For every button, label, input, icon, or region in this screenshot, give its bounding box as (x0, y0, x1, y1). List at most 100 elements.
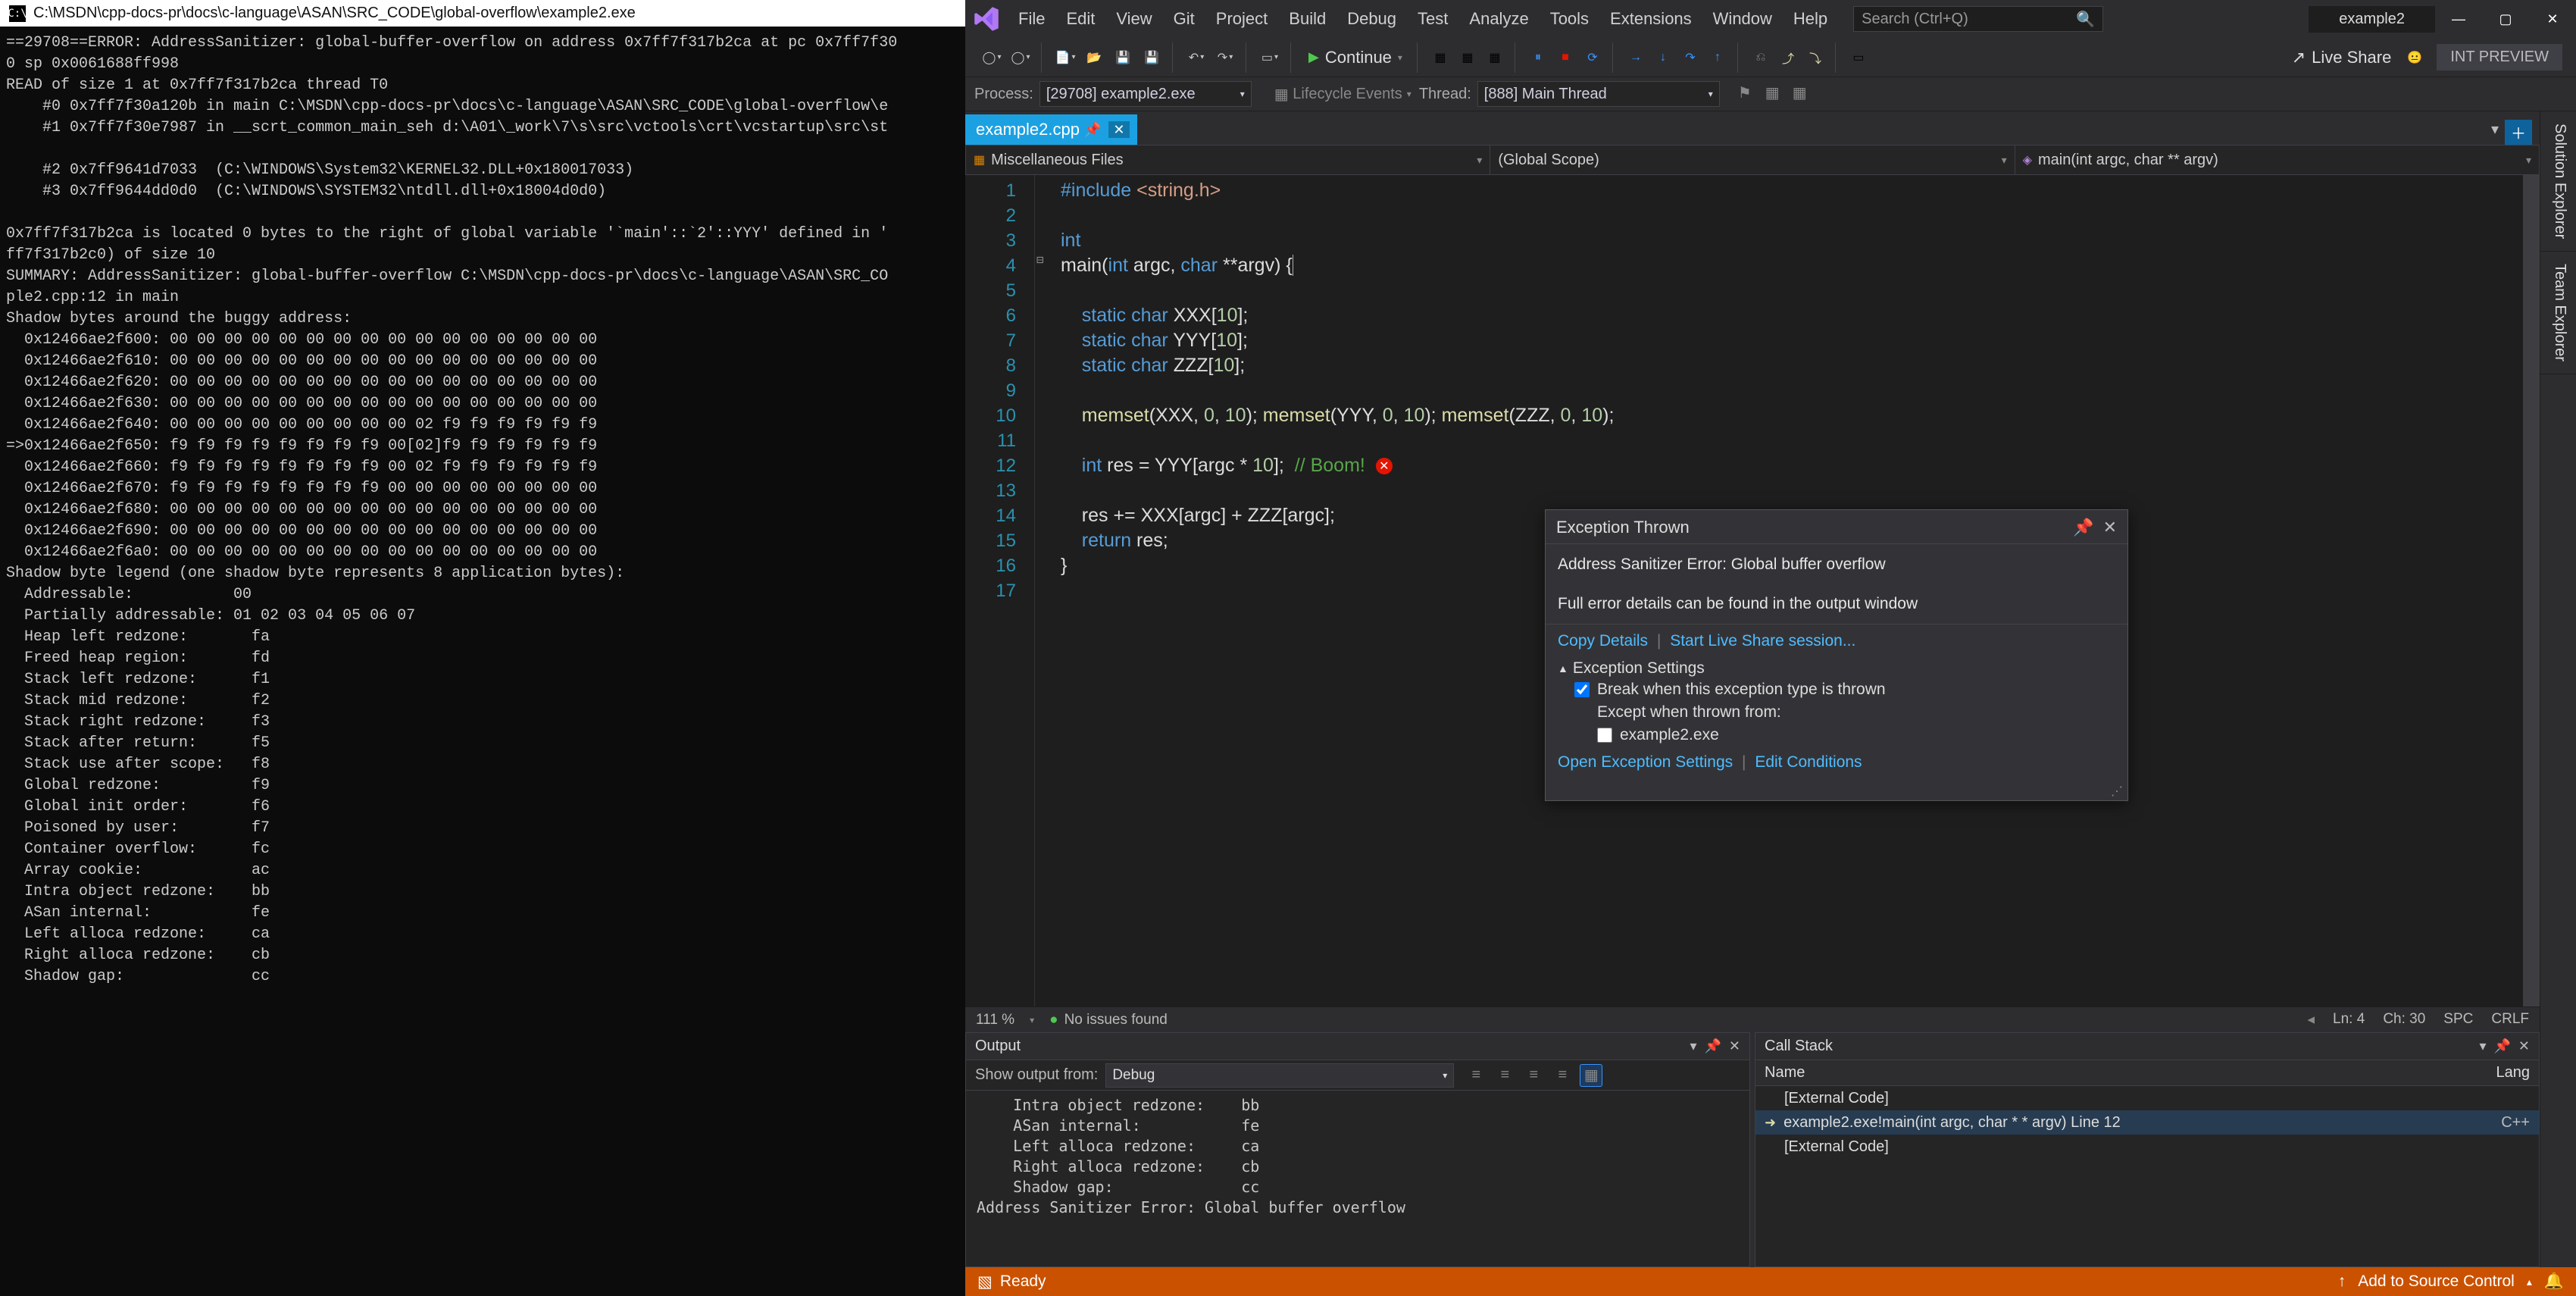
int-preview-badge[interactable]: INT PREVIEW (2437, 44, 2562, 70)
menu-project[interactable]: Project (1205, 0, 1278, 38)
menu-git[interactable]: Git (1163, 0, 1205, 38)
step-over-icon[interactable]: ↷ (1679, 46, 1702, 69)
callstack-row[interactable]: [External Code] (1755, 1135, 2539, 1159)
menu-help[interactable]: Help (1783, 0, 1838, 38)
menu-analyze[interactable]: Analyze (1458, 0, 1539, 38)
error-icon[interactable]: ✕ (1376, 458, 1393, 474)
menu-debug[interactable]: Debug (1336, 0, 1407, 38)
edit-conditions-link[interactable]: Edit Conditions (1755, 753, 1862, 771)
config-icon[interactable]: ▭▾ (1258, 46, 1281, 69)
restart-icon[interactable]: ⟳ (1581, 46, 1604, 69)
process-dropdown[interactable]: [29708] example2.exe ▾ (1039, 81, 1252, 107)
thread-dropdown[interactable]: [888] Main Thread ▾ (1477, 81, 1720, 107)
callstack-header[interactable]: Call Stack ▾ 📌 ✕ (1755, 1033, 2539, 1060)
step-out-icon[interactable]: ↑ (1706, 46, 1729, 69)
tool-icon-2[interactable]: ▦ (1456, 46, 1479, 69)
tool-icon-a[interactable]: ⎌ (1749, 46, 1772, 69)
tab-dropdown-icon[interactable]: ▾ (2491, 120, 2499, 145)
except-item-checkbox[interactable] (1597, 728, 1612, 743)
nav-scope[interactable]: (Global Scope) ▾ (1490, 146, 2015, 174)
panel-dropdown-icon[interactable]: ▾ (1690, 1038, 1696, 1054)
pin-icon[interactable]: 📌 (1084, 122, 1101, 138)
close-button[interactable]: ✕ (2529, 0, 2576, 38)
undo-icon[interactable]: ↶▾ (1185, 46, 1208, 69)
nav-fwd-icon[interactable]: ◯▾ (1009, 46, 1032, 69)
popup-pin-icon[interactable]: 📌 (2073, 518, 2093, 537)
editor-scrollbar[interactable] (2523, 175, 2540, 1006)
callstack-row[interactable]: [External Code] (1755, 1086, 2539, 1110)
output-header[interactable]: Output ▾ 📌 ✕ (966, 1033, 1749, 1060)
open-icon[interactable]: 📂 (1083, 46, 1105, 69)
live-share-button[interactable]: ↗ Live Share (2283, 48, 2401, 67)
pause-icon[interactable]: ⏸ (1527, 46, 1549, 69)
panel-pin-icon[interactable]: 📌 (1704, 1038, 1721, 1054)
team-explorer-tab[interactable]: Team Explorer (2540, 252, 2576, 374)
console-titlebar[interactable]: C:\ C:\MSDN\cpp-docs-pr\docs\c-language\… (0, 0, 965, 27)
vs-logo-icon[interactable] (973, 5, 1000, 33)
continue-button[interactable]: ▶ Continue ▾ (1300, 44, 1411, 71)
nav-member[interactable]: ◈ main(int argc, char ** argv) ▾ (2015, 146, 2539, 174)
stop-icon[interactable]: ■ (1554, 46, 1577, 69)
lifecycle-dropdown[interactable]: ▦ Lifecycle Events ▾ (1267, 85, 1419, 104)
callstack-row[interactable]: ➜ example2.exe!main(int argc, char * * a… (1755, 1110, 2539, 1135)
ch-indicator[interactable]: Ch: 30 (2383, 1011, 2425, 1028)
show-from-dropdown[interactable]: Debug ▾ (1105, 1063, 1454, 1088)
out-tool-1-icon[interactable]: ≡ (1465, 1064, 1487, 1087)
fold-gutter[interactable]: ⊟ (1035, 175, 1050, 1006)
output-text[interactable]: Intra object redzone: bb ASan internal: … (966, 1091, 1749, 1266)
popup-close-icon[interactable]: ✕ (2103, 518, 2117, 537)
out-tool-4-icon[interactable]: ≡ (1551, 1064, 1574, 1087)
menu-view[interactable]: View (1105, 0, 1162, 38)
resize-grip-icon[interactable]: ⋰ (1546, 782, 2127, 800)
show-next-icon[interactable]: → (1624, 46, 1647, 69)
tool-icon-b[interactable]: ⤴ (1777, 46, 1799, 69)
menu-tools[interactable]: Tools (1540, 0, 1599, 38)
tool-icon-c[interactable]: ⤵ (1804, 46, 1827, 69)
callstack-columns[interactable]: Name Lang (1755, 1060, 2539, 1086)
copy-details-link[interactable]: Copy Details (1558, 632, 1648, 650)
menu-file[interactable]: File (1008, 0, 1055, 38)
tab-close-icon[interactable]: ✕ (1108, 121, 1129, 138)
tab-example2[interactable]: example2.cpp 📌 ✕ (965, 114, 1137, 145)
panel-close-icon[interactable]: ✕ (2518, 1038, 2530, 1054)
open-exception-settings-link[interactable]: Open Exception Settings (1558, 753, 1733, 771)
ln-indicator[interactable]: Ln: 4 (2333, 1011, 2365, 1028)
nav-project[interactable]: ▦ Miscellaneous Files ▾ (966, 146, 1490, 174)
solution-explorer-tab[interactable]: Solution Explorer (2540, 111, 2576, 252)
panel-pin-icon[interactable]: 📌 (2493, 1038, 2510, 1054)
start-liveshare-link[interactable]: Start Live Share session... (1670, 632, 1855, 650)
zoom-level[interactable]: 111 % (976, 1012, 1014, 1028)
flag-icon[interactable]: ⚑ (1738, 83, 1759, 105)
issues-text[interactable]: No issues found (1064, 1012, 1168, 1028)
out-tool-5-icon[interactable]: ▦ (1580, 1064, 1602, 1087)
redo-icon[interactable]: ↷▾ (1214, 46, 1236, 69)
menu-extensions[interactable]: Extensions (1599, 0, 1702, 38)
out-tool-3-icon[interactable]: ≡ (1522, 1064, 1545, 1087)
add-source-control[interactable]: Add to Source Control (2358, 1273, 2515, 1291)
menu-test[interactable]: Test (1407, 0, 1458, 38)
save-all-icon[interactable]: 💾 (1140, 46, 1163, 69)
tool-icon-1[interactable]: ▦ (1429, 46, 1452, 69)
exception-settings-header[interactable]: ▲ Exception Settings (1558, 659, 2115, 678)
notifications-icon[interactable]: 🔔 (2544, 1273, 2564, 1291)
solution-name[interactable]: example2 (2309, 6, 2435, 33)
menu-build[interactable]: Build (1278, 0, 1336, 38)
nav-back-icon[interactable]: ◯▾ (980, 46, 1003, 69)
tab-add-icon[interactable]: ＋ (2505, 120, 2532, 145)
step-into-icon[interactable]: ↓ (1652, 46, 1674, 69)
new-project-icon[interactable]: 📄▾ (1054, 46, 1077, 69)
spc-indicator[interactable]: SPC (2443, 1011, 2473, 1028)
stack-icon[interactable]: ▦ (1765, 83, 1787, 105)
maximize-button[interactable]: ▢ (2482, 0, 2529, 38)
search-input[interactable]: Search (Ctrl+Q) 🔍 (1853, 6, 2103, 32)
save-icon[interactable]: 💾 (1111, 46, 1134, 69)
out-tool-2-icon[interactable]: ≡ (1493, 1064, 1516, 1087)
panel-close-icon[interactable]: ✕ (1729, 1038, 1740, 1054)
minimize-button[interactable]: — (2435, 0, 2482, 38)
break-when-checkbox[interactable] (1574, 682, 1590, 697)
tool-icon-d[interactable]: ▭ (1847, 46, 1870, 69)
menu-window[interactable]: Window (1702, 0, 1783, 38)
feedback-icon[interactable]: 😐 (2403, 46, 2426, 69)
panel-dropdown-icon[interactable]: ▾ (2479, 1038, 2486, 1054)
stack2-icon[interactable]: ▦ (1793, 83, 1814, 105)
